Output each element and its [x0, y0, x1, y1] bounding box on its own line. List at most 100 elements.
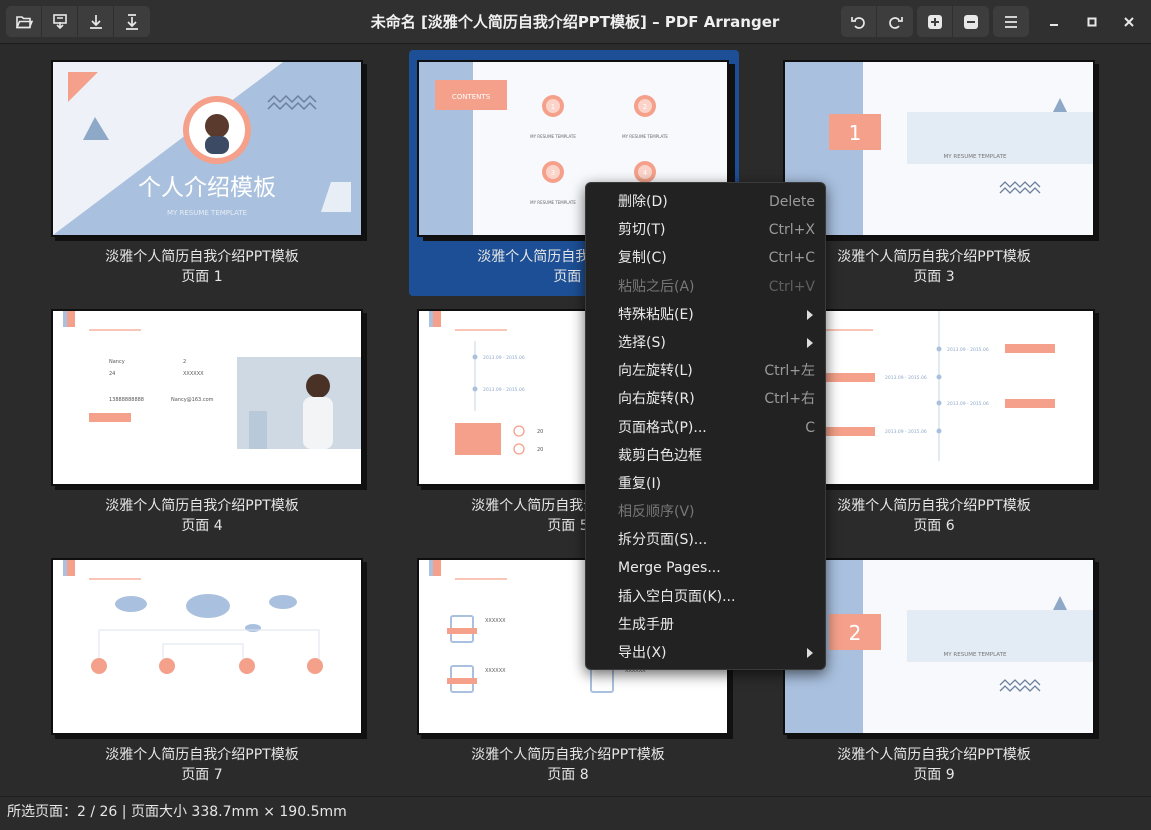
menu-button-group: [993, 6, 1029, 37]
menu-item-label: 向右旋转(R): [618, 391, 695, 408]
app-window: 未命名 [淡雅个人简历自我介绍PPT模板] – PDF Arranger 个人介…: [0, 0, 1151, 830]
date-range: 2013.09 - 2015.06: [483, 387, 525, 393]
menu-item-paste-special[interactable]: 特殊粘贴(E): [586, 301, 825, 329]
menu-item-generate-booklet[interactable]: 生成手册: [586, 611, 825, 639]
status-bar: 所选页面：2 / 26 | 页面大小 338.7mm × 190.5mm: [0, 796, 1151, 830]
skills-slide-graphic: [53, 560, 361, 733]
page-preview: 2013.09 - 2015.06 2013.09 - 2015.06 2013…: [783, 309, 1095, 486]
save-as-button[interactable]: [114, 6, 150, 37]
page-number-label: 页面 8: [547, 767, 589, 783]
undo-button[interactable]: [841, 6, 877, 37]
section-number: 1: [849, 121, 862, 145]
date-range: 2013.09 - 2015.06: [885, 429, 927, 435]
toc-label: MY RESUME TEMPLATE: [530, 134, 576, 139]
page-preview: 2 MY RESUME TEMPLATE: [783, 558, 1095, 735]
info-value: 24: [109, 371, 115, 377]
save-button[interactable]: [78, 6, 114, 37]
info-phone: 13888888888: [109, 397, 144, 403]
menu-item-label: 相反顺序(V): [618, 504, 695, 521]
info-name: Nancy: [109, 359, 125, 365]
menu-item-delete[interactable]: 删除(D) Delete: [586, 188, 825, 216]
page-preview: 个人介绍模板 MY RESUME TEMPLATE: [51, 60, 363, 237]
menu-item-copy[interactable]: 复制(C) Ctrl+C: [586, 244, 825, 272]
import-icon: [52, 13, 67, 29]
page-name: 淡雅个人简历自我介绍PPT模板: [837, 747, 1031, 763]
redo-button[interactable]: [877, 6, 913, 37]
zoom-out-button[interactable]: [953, 6, 989, 37]
maximize-icon: [1087, 17, 1097, 27]
info-slide-graphic: Nancy 2 24 XXXXXX 13888888888 Nancy@163.…: [53, 311, 361, 484]
menu-item-rotate-right[interactable]: 向右旋转(R) Ctrl+右: [586, 385, 825, 413]
cover-subtitle: MY RESUME TEMPLATE: [167, 209, 247, 217]
menu-item-crop-white-borders[interactable]: 裁剪白色边框: [586, 442, 825, 470]
date-range: 2013.09 - 2015.06: [885, 375, 927, 381]
close-icon: [1124, 17, 1134, 27]
page-number-label: 页面 9: [913, 767, 955, 783]
save-icon: [89, 14, 102, 29]
section-subtitle: MY RESUME TEMPLATE: [944, 652, 1007, 658]
import-button[interactable]: [42, 6, 78, 37]
toc-number-1: 1: [551, 103, 555, 111]
menu-item-merge-pages[interactable]: Merge Pages...: [586, 554, 825, 582]
main-menu-icon: [1005, 15, 1017, 28]
menu-item-page-format[interactable]: 页面格式(P)... C: [586, 414, 825, 442]
page-number-label: 页面 4: [181, 518, 223, 534]
menu-item-insert-blank-page[interactable]: 插入空白页面(K)...: [586, 583, 825, 611]
page-preview: 1 MY RESUME TEMPLATE: [783, 60, 1095, 237]
menu-item-shortcut: C: [805, 419, 815, 436]
header-bar: 未命名 [淡雅个人简历自我介绍PPT模板] – PDF Arranger: [0, 0, 1151, 44]
section-slide-graphic: 2 MY RESUME TEMPLATE: [785, 560, 1093, 733]
close-button[interactable]: [1118, 11, 1140, 33]
date-range: 2013.09 - 2015.06: [947, 401, 989, 407]
main-menu-button[interactable]: [993, 6, 1029, 37]
menu-item-shortcut: Delete: [769, 194, 815, 210]
file-button-group: [6, 6, 150, 37]
status-text: 所选页面：2 / 26 | 页面大小 338.7mm × 190.5mm: [7, 804, 347, 820]
page-name: 淡雅个人简历自我介绍PPT模板: [105, 747, 299, 763]
open-file-button[interactable]: [6, 6, 42, 37]
info-email: Nancy@163.com: [171, 397, 214, 403]
menu-item-shortcut: Ctrl+C: [768, 250, 815, 267]
info-value: 2: [183, 359, 186, 365]
context-menu: 删除(D) Delete 剪切(T) Ctrl+X 复制(C) Ctrl+C 粘贴之后…: [585, 182, 826, 670]
section-subtitle: MY RESUME TEMPLATE: [944, 154, 1007, 160]
page-thumbnail-1[interactable]: 个人介绍模板 MY RESUME TEMPLATE 淡雅个人简历自我介绍PPT模…: [37, 50, 367, 296]
zoom-in-icon: [927, 14, 942, 29]
page-preview: [51, 558, 363, 735]
minimize-button[interactable]: [1043, 11, 1065, 33]
save-as-icon: [126, 13, 138, 30]
menu-item-rotate-left[interactable]: 向左旋转(L) Ctrl+左: [586, 357, 825, 385]
menu-item-label: 粘贴之后(A): [618, 278, 695, 295]
page-thumbnail-4[interactable]: Nancy 2 24 XXXXXX 13888888888 Nancy@163.…: [37, 299, 367, 545]
menu-item-reverse-order: 相反顺序(V): [586, 498, 825, 526]
zoom-in-button[interactable]: [917, 6, 953, 37]
menu-item-select[interactable]: 选择(S): [586, 329, 825, 357]
maximize-button[interactable]: [1081, 11, 1103, 33]
section-slide-graphic: 1 MY RESUME TEMPLATE: [785, 62, 1093, 235]
menu-item-cut[interactable]: 剪切(T) Ctrl+X: [586, 216, 825, 244]
page-number-label: 页面 7: [181, 767, 223, 783]
toc-label: MY RESUME TEMPLATE: [622, 134, 668, 139]
menu-item-label: 删除(D): [618, 194, 668, 210]
date-range: 2013.09 - 2015.06: [483, 355, 525, 361]
menu-item-shortcut: Ctrl+左: [764, 363, 815, 380]
menu-item-split-pages[interactable]: 拆分页面(S)...: [586, 526, 825, 554]
minimize-icon: [1050, 24, 1058, 26]
window-title: 未命名 [淡雅个人简历自我介绍PPT模板] – PDF Arranger: [370, 13, 780, 31]
menu-item-label: 裁剪白色边框: [618, 447, 702, 464]
page-thumbnail-7[interactable]: 淡雅个人简历自我介绍PPT模板 页面 7: [37, 548, 367, 794]
menu-item-label: 重复(I): [618, 475, 662, 492]
date-range: 2013.09 - 2015.06: [947, 347, 989, 353]
menu-item-label: 剪切(T): [618, 222, 666, 239]
menu-item-label: 生成手册: [618, 616, 674, 633]
menu-item-export[interactable]: 导出(X): [586, 639, 825, 667]
menu-item-duplicate[interactable]: 重复(I): [586, 470, 825, 498]
page-preview: Nancy 2 24 XXXXXX 13888888888 Nancy@163.…: [51, 309, 363, 486]
info-value: XXXXXX: [183, 371, 204, 377]
zoom-button-group: [917, 6, 989, 37]
menu-item-label: 特殊粘贴(E): [618, 306, 694, 323]
menu-item-label: 页面格式(P)...: [618, 419, 707, 436]
menu-item-shortcut: Ctrl+V: [768, 278, 815, 295]
doc-label: XXXXXX: [485, 668, 506, 674]
redo-icon: [889, 16, 903, 29]
